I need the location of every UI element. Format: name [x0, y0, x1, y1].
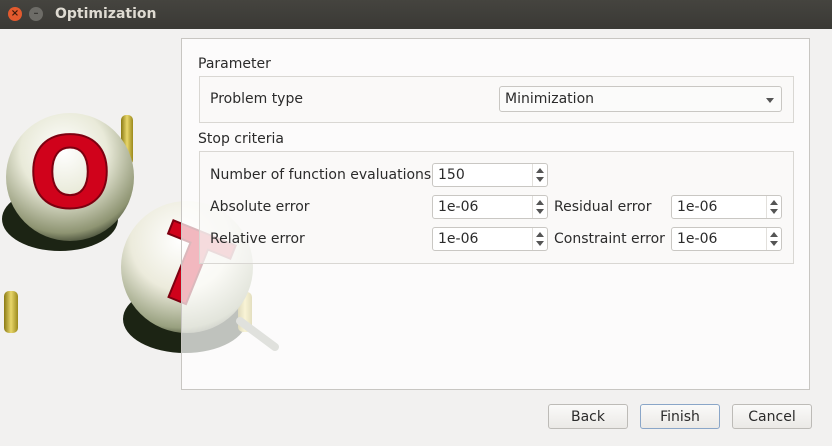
relative-error-input[interactable]	[433, 228, 533, 250]
absolute-error-spinbox[interactable]	[432, 195, 548, 219]
finish-button[interactable]: Finish	[640, 404, 720, 429]
absolute-error-input[interactable]	[433, 196, 533, 218]
constraint-error-spinbox[interactable]	[671, 227, 782, 251]
relative-error-label: Relative error	[210, 231, 305, 247]
logo-letter-o: O	[28, 117, 111, 231]
spin-up-icon[interactable]	[536, 200, 544, 205]
constraint-error-input[interactable]	[672, 228, 767, 250]
title-bar: × – Optimization	[0, 0, 832, 29]
problem-type-value: Minimization	[505, 91, 595, 107]
back-button[interactable]: Back	[548, 404, 628, 429]
parameter-section-label: Parameter	[198, 56, 271, 72]
spin-down-icon[interactable]	[536, 177, 544, 182]
spin-up-icon[interactable]	[770, 200, 778, 205]
function-evaluations-label: Number of function evaluations	[210, 167, 432, 183]
close-window-icon[interactable]: ×	[8, 7, 22, 21]
ball-shadow-o	[2, 187, 118, 251]
spin-up-icon[interactable]	[536, 168, 544, 173]
spin-down-icon[interactable]	[536, 241, 544, 246]
peg-top	[121, 115, 133, 165]
window-title: Optimization	[55, 6, 157, 22]
relative-error-spinbox[interactable]	[432, 227, 548, 251]
spin-up-icon[interactable]	[536, 232, 544, 237]
function-evaluations-spinbox[interactable]	[432, 163, 548, 187]
ball-o	[6, 113, 134, 241]
spin-down-icon[interactable]	[770, 241, 778, 246]
spin-down-icon[interactable]	[770, 209, 778, 214]
absolute-error-label: Absolute error	[210, 199, 310, 215]
stop-criteria-section-label: Stop criteria	[198, 131, 284, 147]
function-evaluations-input[interactable]	[433, 164, 533, 186]
problem-type-label: Problem type	[210, 91, 303, 107]
residual-error-input[interactable]	[672, 196, 767, 218]
constraint-error-label: Constraint error	[554, 231, 665, 247]
residual-error-label: Residual error	[554, 199, 652, 215]
spin-up-icon[interactable]	[770, 232, 778, 237]
peg-left	[4, 291, 18, 333]
minimize-window-icon[interactable]: –	[29, 7, 43, 21]
residual-error-spinbox[interactable]	[671, 195, 782, 219]
cancel-button[interactable]: Cancel	[732, 404, 812, 429]
problem-type-select[interactable]: Minimization	[499, 86, 782, 112]
chevron-down-icon	[766, 98, 774, 103]
spin-down-icon[interactable]	[536, 209, 544, 214]
